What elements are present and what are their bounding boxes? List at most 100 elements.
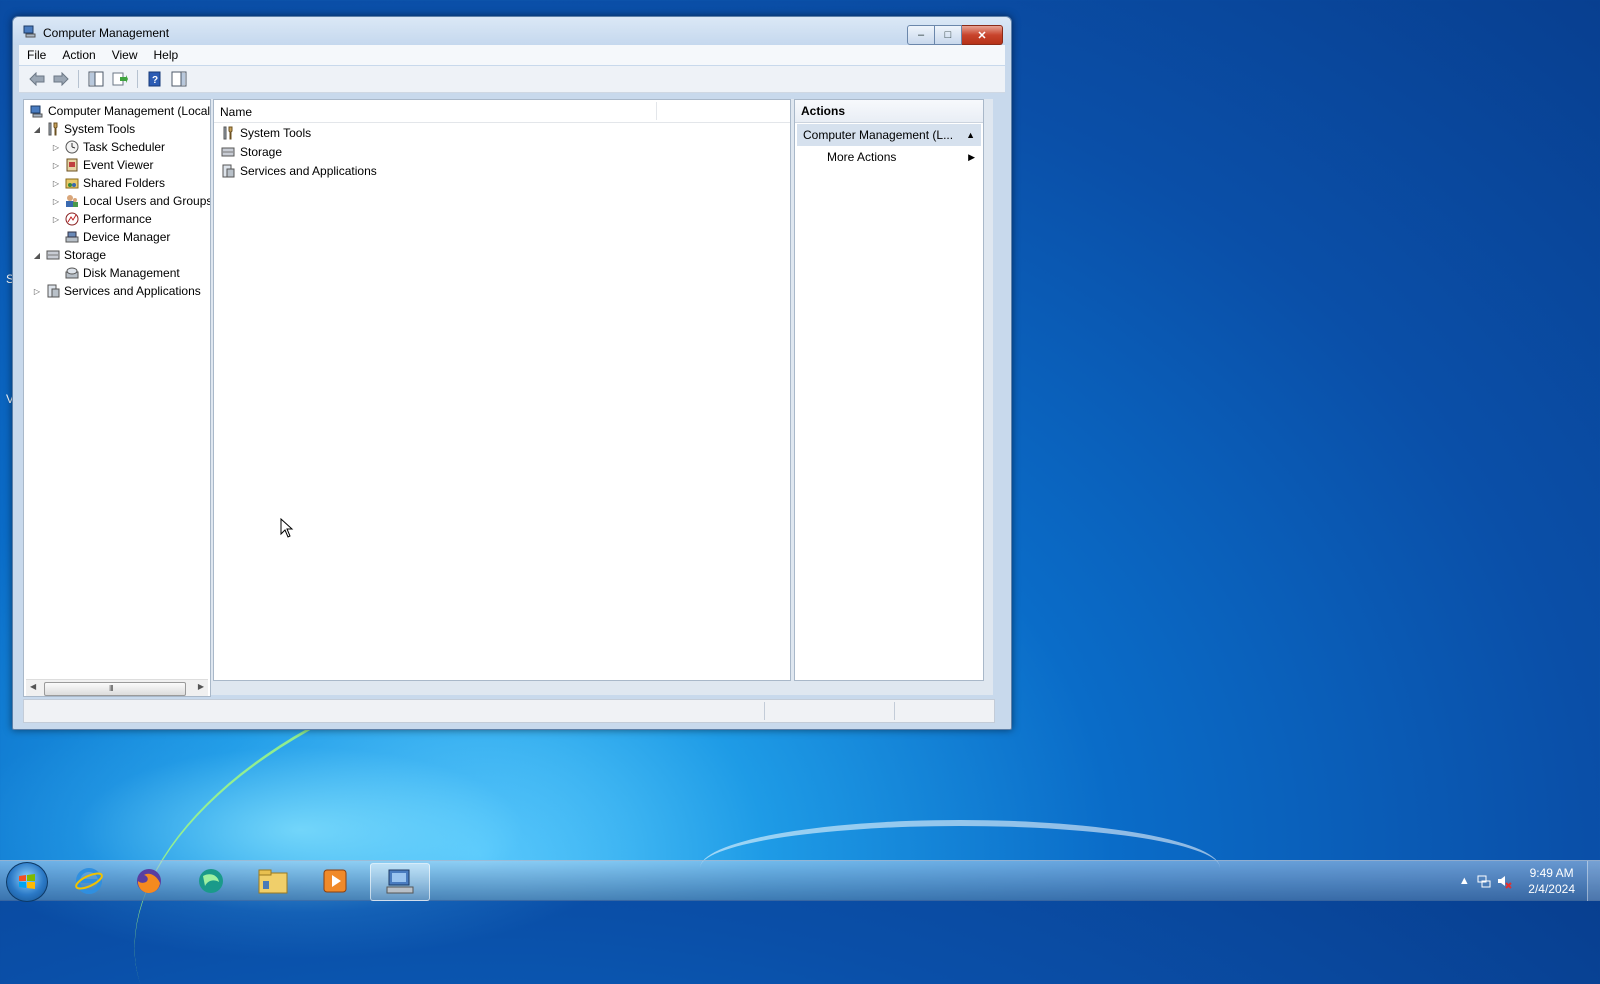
window-title: Computer Management <box>43 26 170 40</box>
expand-arrow-icon[interactable]: ▷ <box>51 197 61 206</box>
network-icon[interactable] <box>1474 871 1494 891</box>
scrollbar-thumb[interactable]: III <box>44 682 186 696</box>
forward-icon <box>53 72 69 86</box>
firefox-icon <box>137 869 161 894</box>
computer-management-icon <box>386 869 414 894</box>
tree-item-local-users-and-groups[interactable]: ▷ Local Users and Groups <box>51 192 211 210</box>
list-item-storage[interactable]: Storage <box>220 143 282 161</box>
results-list: Name System Tools Storage Services and A… <box>213 99 791 681</box>
close-button[interactable]: ✕ <box>962 25 1003 45</box>
svg-text:?: ? <box>152 75 158 86</box>
clock-time: 9:49 AM <box>1529 866 1574 880</box>
task-scheduler-icon <box>64 139 80 155</box>
scroll-left-icon[interactable]: ◀ <box>30 682 36 691</box>
back-icon <box>29 72 45 86</box>
collapse-arrow-icon[interactable]: ◢ <box>32 251 42 260</box>
list-header: Name <box>214 100 790 123</box>
menu-view[interactable]: View <box>104 48 146 62</box>
windows-logo-icon <box>19 874 35 889</box>
export-list-button[interactable] <box>110 70 130 88</box>
tree-item-computer-management[interactable]: Computer Management (Local <box>26 102 210 120</box>
help-button[interactable]: ? <box>145 70 165 88</box>
clock-date: 2/4/2024 <box>1528 882 1575 896</box>
title-bar[interactable]: Computer Management – □ ✕ <box>13 17 1011 45</box>
menu-action[interactable]: Action <box>54 48 103 62</box>
actions-section-computer-management[interactable]: Computer Management (L... ▲ <box>797 124 981 146</box>
show-hide-console-tree-icon <box>88 71 104 87</box>
menu-file[interactable]: File <box>19 48 54 62</box>
tree-horizontal-scrollbar[interactable]: ◀ III ▶ <box>26 679 208 696</box>
collapse-up-icon[interactable]: ▲ <box>966 124 975 146</box>
tree-item-performance[interactable]: ▷ Performance <box>51 210 152 228</box>
forward-button[interactable] <box>51 70 71 88</box>
clock[interactable]: 9:49 AM 2/4/2024 <box>1528 865 1575 897</box>
services-applications-icon <box>220 163 236 179</box>
expand-arrow-icon[interactable]: ▷ <box>51 179 61 188</box>
tree-item-services-and-applications[interactable]: ▷ Services and Applications <box>32 282 201 300</box>
storage-icon <box>220 144 236 160</box>
volume-muted-icon[interactable] <box>1494 871 1514 891</box>
tree-item-label: Disk Management <box>83 266 180 280</box>
tree-item-device-manager[interactable]: Device Manager <box>51 228 170 246</box>
expand-arrow-icon[interactable]: ▷ <box>32 287 42 296</box>
tree-item-label: Device Manager <box>83 230 171 244</box>
toolbar-separator <box>137 70 138 88</box>
submenu-arrow-icon[interactable]: ▶ <box>968 152 975 163</box>
show-hidden-icons-icon[interactable]: ▲ <box>1454 871 1474 891</box>
status-divider <box>764 702 765 720</box>
list-item-system-tools[interactable]: System Tools <box>220 124 311 142</box>
tree-item-storage[interactable]: ◢ Storage <box>32 246 106 264</box>
tree-item-label: Event Viewer <box>83 158 154 172</box>
taskbar-media-player[interactable] <box>306 863 364 899</box>
internet-explorer-icon <box>75 868 103 894</box>
taskbar-computer-management[interactable] <box>370 863 430 901</box>
show-desktop-button[interactable] <box>1587 861 1600 901</box>
minimize-icon: – <box>917 29 925 41</box>
menu-help[interactable]: Help <box>146 48 187 62</box>
system-tools-icon <box>45 121 61 137</box>
tree-item-task-scheduler[interactable]: ▷ Task Scheduler <box>51 138 165 156</box>
status-divider <box>894 702 895 720</box>
back-button[interactable] <box>27 70 47 88</box>
tree-item-event-viewer[interactable]: ▷ Event Viewer <box>51 156 154 174</box>
collapse-arrow-icon[interactable]: ◢ <box>32 125 42 134</box>
computer-management-window: Computer Management – □ ✕ File Action Vi… <box>12 16 1012 730</box>
tree-item-label: Storage <box>64 248 107 262</box>
taskbar-firefox[interactable] <box>120 863 178 899</box>
disk-management-icon <box>64 265 80 281</box>
column-divider[interactable] <box>656 102 657 120</box>
expand-arrow-icon[interactable]: ▷ <box>51 215 61 224</box>
scroll-right-icon[interactable]: ▶ <box>198 682 204 691</box>
show-hide-action-pane-button[interactable] <box>169 70 189 88</box>
tree-item-label: Local Users and Groups <box>83 194 211 208</box>
taskbar-file-explorer[interactable] <box>244 863 302 899</box>
minimize-button[interactable]: – <box>907 25 935 45</box>
help-icon: ? <box>148 71 161 87</box>
content-area: Computer Management (Local ◢ System Tool… <box>23 99 993 697</box>
actions-pane: Actions Computer Management (L... ▲ More… <box>794 99 984 681</box>
list-item-label: Services and Applications <box>240 164 377 178</box>
performance-icon <box>64 211 80 227</box>
taskbar-browser[interactable] <box>182 863 240 899</box>
toolbar: ? <box>19 66 1005 93</box>
tree-item-system-tools[interactable]: ◢ System Tools <box>32 120 135 138</box>
show-hide-console-tree-button[interactable] <box>86 70 106 88</box>
list-item-services-and-applications[interactable]: Services and Applications <box>220 162 377 180</box>
expand-arrow-icon[interactable]: ▷ <box>51 161 61 170</box>
expand-arrow-icon[interactable]: ▷ <box>51 143 61 152</box>
column-header-name[interactable]: Name <box>220 105 252 119</box>
tree-item-label: Task Scheduler <box>83 140 166 154</box>
taskbar-internet-explorer[interactable] <box>60 863 118 899</box>
export-list-icon <box>112 72 128 86</box>
window-controls: – □ ✕ <box>907 25 1003 45</box>
more-actions-item[interactable]: More Actions <box>827 150 896 164</box>
media-player-icon <box>323 869 347 893</box>
tree-item-disk-management[interactable]: Disk Management <box>51 264 180 282</box>
console-tree: Computer Management (Local ◢ System Tool… <box>23 99 211 697</box>
tree-item-label: Shared Folders <box>83 176 166 190</box>
maximize-button[interactable]: □ <box>935 25 962 45</box>
start-button[interactable] <box>6 862 48 902</box>
actions-title: Actions <box>795 100 983 123</box>
shared-folders-icon <box>64 175 80 191</box>
tree-item-shared-folders[interactable]: ▷ Shared Folders <box>51 174 165 192</box>
